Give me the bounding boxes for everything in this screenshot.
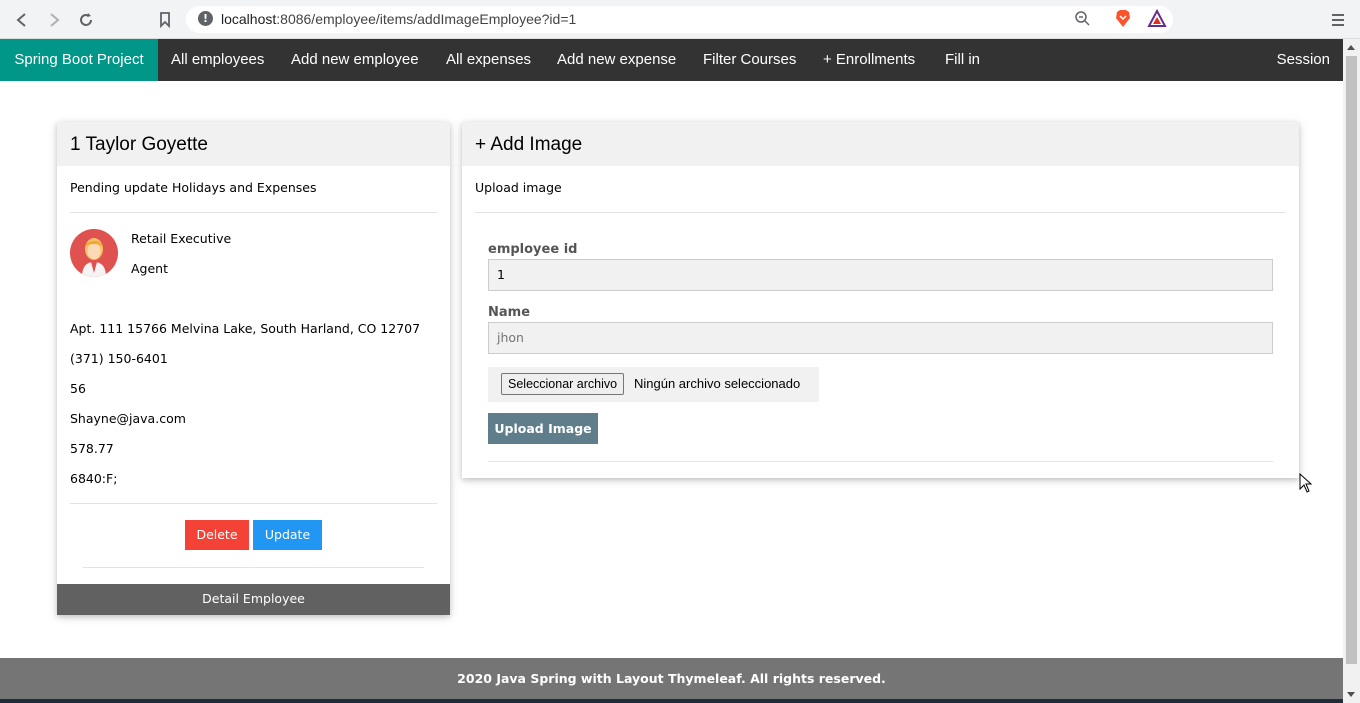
employee-card: 1 Taylor Goyette Pending update Holidays…: [57, 122, 450, 615]
employee-card-title: 1 Taylor Goyette: [57, 122, 450, 166]
employee-salary: 578.77: [70, 441, 114, 456]
employee-age: 56: [70, 381, 86, 396]
name-field[interactable]: jhon: [488, 322, 1273, 354]
url-host: localhost: [221, 11, 277, 27]
employee-phone: (371) 150-6401: [70, 351, 168, 366]
zoom-icon[interactable]: [1073, 9, 1093, 29]
divider: [70, 212, 437, 213]
update-button[interactable]: Update: [253, 520, 322, 550]
employee-role: Retail Executive: [131, 231, 232, 246]
page-scrollbar[interactable]: [1343, 39, 1360, 703]
page-footer: 2020 Java Spring with Layout Thymeleaf. …: [0, 658, 1343, 703]
upload-image-button[interactable]: Upload Image: [488, 413, 598, 444]
nav-filter-courses[interactable]: Filter Courses: [703, 39, 796, 81]
forward-icon[interactable]: [43, 9, 65, 31]
file-status: Ningún archivo seleccionado: [634, 376, 801, 391]
detail-employee-link[interactable]: Detail Employee: [57, 584, 450, 615]
taskbar-strip: [0, 699, 1343, 703]
reload-icon[interactable]: [75, 9, 97, 31]
file-input[interactable]: Seleccionar archivo Ningún archivo selec…: [488, 367, 819, 402]
divider: [488, 461, 1273, 462]
name-label: Name: [488, 305, 531, 320]
browser-menu-icon[interactable]: [1330, 10, 1346, 30]
brave-shield-icon[interactable]: [1113, 9, 1133, 29]
employee-email: Shayne@java.com: [70, 411, 186, 426]
url-path: :8086/employee/items/addImageEmployee?id…: [276, 11, 577, 27]
nav-enrollments[interactable]: + Enrollments: [823, 39, 915, 81]
browser-toolbar: ! localhost:8086/employee/items/addImage…: [0, 0, 1360, 39]
divider: [83, 567, 424, 568]
nav-fill-in[interactable]: Fill in: [945, 39, 980, 81]
top-navbar: Spring Boot Project All employees Add ne…: [0, 39, 1343, 81]
employee-position: Agent: [131, 261, 168, 276]
nav-add-employee[interactable]: Add new employee: [291, 39, 419, 81]
scroll-thumb[interactable]: [1346, 56, 1357, 664]
add-image-subtitle: Upload image: [475, 180, 562, 195]
nav-add-expense[interactable]: Add new expense: [557, 39, 676, 81]
url-text[interactable]: localhost:8086/employee/items/addImageEm…: [221, 11, 576, 27]
add-image-title: + Add Image: [462, 122, 1299, 166]
employee-id-field[interactable]: 1: [488, 259, 1273, 291]
back-icon[interactable]: [11, 9, 33, 31]
employee-address: Apt. 111 15766 Melvina Lake, South Harla…: [70, 321, 421, 336]
mouse-cursor-icon: [1299, 472, 1313, 493]
scroll-down-icon[interactable]: [1347, 692, 1355, 697]
choose-file-button[interactable]: Seleccionar archivo: [501, 373, 625, 395]
nav-session[interactable]: Session: [1277, 39, 1330, 81]
delete-button[interactable]: Delete: [185, 520, 249, 550]
employee-code: 6840:F;: [70, 471, 118, 486]
scroll-up-icon[interactable]: [1347, 45, 1355, 50]
brand-link[interactable]: Spring Boot Project: [0, 39, 158, 81]
nav-all-employees[interactable]: All employees: [171, 39, 264, 81]
nav-all-expenses[interactable]: All expenses: [446, 39, 531, 81]
divider: [70, 503, 437, 504]
avatar: [70, 229, 118, 277]
divider: [475, 212, 1286, 213]
address-bar[interactable]: ! localhost:8086/employee/items/addImage…: [186, 6, 1173, 33]
site-info-icon[interactable]: !: [198, 11, 213, 26]
employee-id-label: employee id: [488, 242, 578, 257]
brave-rewards-icon[interactable]: [1147, 8, 1167, 29]
employee-card-subtitle: Pending update Holidays and Expenses: [70, 180, 317, 195]
add-image-card: + Add Image Upload image employee id 1 N…: [462, 122, 1299, 478]
bookmark-icon[interactable]: [154, 9, 176, 31]
